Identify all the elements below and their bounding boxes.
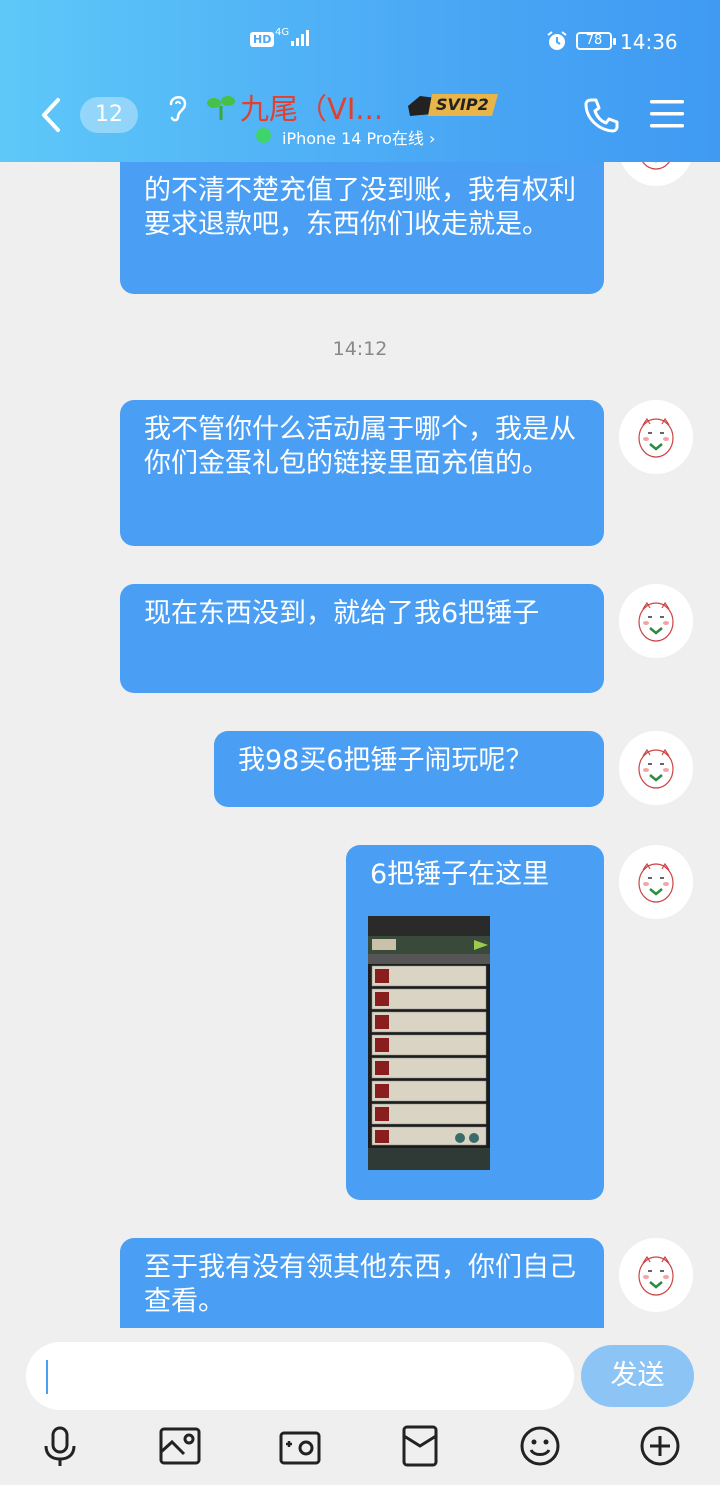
sprout-icon bbox=[207, 96, 235, 120]
avatar[interactable] bbox=[619, 584, 693, 658]
message-text: 我不管你什么活动属于哪个，我是从你们金蛋礼包的链接里面充值的。 bbox=[144, 414, 576, 479]
avatar[interactable] bbox=[619, 400, 693, 474]
svip-label: SVIP2 bbox=[436, 95, 489, 114]
phone-icon[interactable] bbox=[582, 96, 620, 134]
plus-icon[interactable] bbox=[638, 1424, 682, 1468]
message-timestamp: 14:12 bbox=[332, 338, 388, 360]
message-text: 至于我有没有领其他东西，你们自己查看。 bbox=[144, 1252, 576, 1317]
message-text: 我98买6把锤子闹玩呢？ bbox=[238, 745, 533, 776]
menu-icon[interactable] bbox=[648, 98, 686, 130]
online-dot bbox=[256, 128, 271, 143]
avatar-cartoon-icon bbox=[619, 584, 693, 658]
message-input[interactable] bbox=[26, 1342, 574, 1410]
photo-icon[interactable] bbox=[158, 1424, 202, 1468]
alarm-icon bbox=[547, 31, 567, 50]
message-text: 的不清不楚充值了没到账，我有权利要求退款吧，东西你们收走就是。 bbox=[144, 175, 576, 240]
avatar[interactable] bbox=[619, 1238, 693, 1312]
send-button[interactable]: 发送 bbox=[581, 1345, 694, 1407]
message-text: 现在东西没到，就给了我6把锤子 bbox=[144, 598, 540, 629]
avatar[interactable] bbox=[619, 731, 693, 805]
microphone-icon[interactable] bbox=[38, 1424, 82, 1468]
clock: 14:36 bbox=[620, 30, 678, 54]
avatar-cartoon-icon bbox=[619, 845, 693, 919]
svip-badge: SVIP2 bbox=[406, 92, 500, 120]
avatar[interactable] bbox=[619, 845, 693, 919]
network-type: 4G bbox=[275, 27, 290, 38]
message-text: 6把锤子在这里 bbox=[370, 859, 550, 890]
avatar-cartoon-icon bbox=[621, 162, 691, 186]
hd-badge: HD bbox=[250, 32, 275, 47]
message-bubble[interactable]: 至于我有没有领其他东西，你们自己查看。 bbox=[120, 1238, 604, 1328]
battery-indicator: 78 bbox=[576, 32, 616, 50]
message-bubble[interactable]: 现在东西没到，就给了我6把锤子 bbox=[120, 584, 604, 693]
message-bubble[interactable]: 我不管你什么活动属于哪个，我是从你们金蛋礼包的链接里面充值的。 bbox=[120, 400, 604, 546]
avatar-cartoon-icon bbox=[619, 731, 693, 805]
text-caret bbox=[46, 1360, 48, 1394]
red-packet-icon[interactable] bbox=[398, 1424, 442, 1468]
unread-count-badge[interactable]: 12 bbox=[80, 97, 138, 133]
signal-icon bbox=[291, 30, 309, 46]
status-bar: HD 4G 78 14:36 bbox=[0, 24, 720, 60]
online-status[interactable]: iPhone 14 Pro在线 › bbox=[282, 125, 435, 149]
chat-message-list[interactable]: 的不清不楚充值了没到账，我有权利要求退款吧，东西你们收走就是。 14:12 我不… bbox=[0, 162, 720, 1328]
camera-icon[interactable] bbox=[278, 1424, 322, 1468]
contact-name[interactable]: 九尾（VI... bbox=[240, 86, 383, 128]
game-screenshot-image[interactable] bbox=[368, 916, 490, 1170]
emoji-icon[interactable] bbox=[518, 1424, 562, 1468]
chat-header: HD 4G 78 14:36 12 九尾（VI... SVIP2 iPhone … bbox=[0, 0, 720, 162]
back-icon[interactable] bbox=[38, 96, 64, 134]
message-bubble[interactable]: 的不清不楚充值了没到账，我有权利要求退款吧，东西你们收走就是。 bbox=[120, 162, 604, 294]
avatar-cartoon-icon bbox=[619, 400, 693, 474]
avatar-cartoon-icon bbox=[619, 1238, 693, 1312]
game-inventory-thumbnail bbox=[368, 916, 490, 1170]
avatar[interactable] bbox=[619, 162, 693, 186]
message-bubble[interactable]: 我98买6把锤子闹玩呢？ bbox=[214, 731, 604, 807]
message-composer: 发送 bbox=[0, 1328, 720, 1485]
ear-icon[interactable] bbox=[165, 92, 189, 122]
